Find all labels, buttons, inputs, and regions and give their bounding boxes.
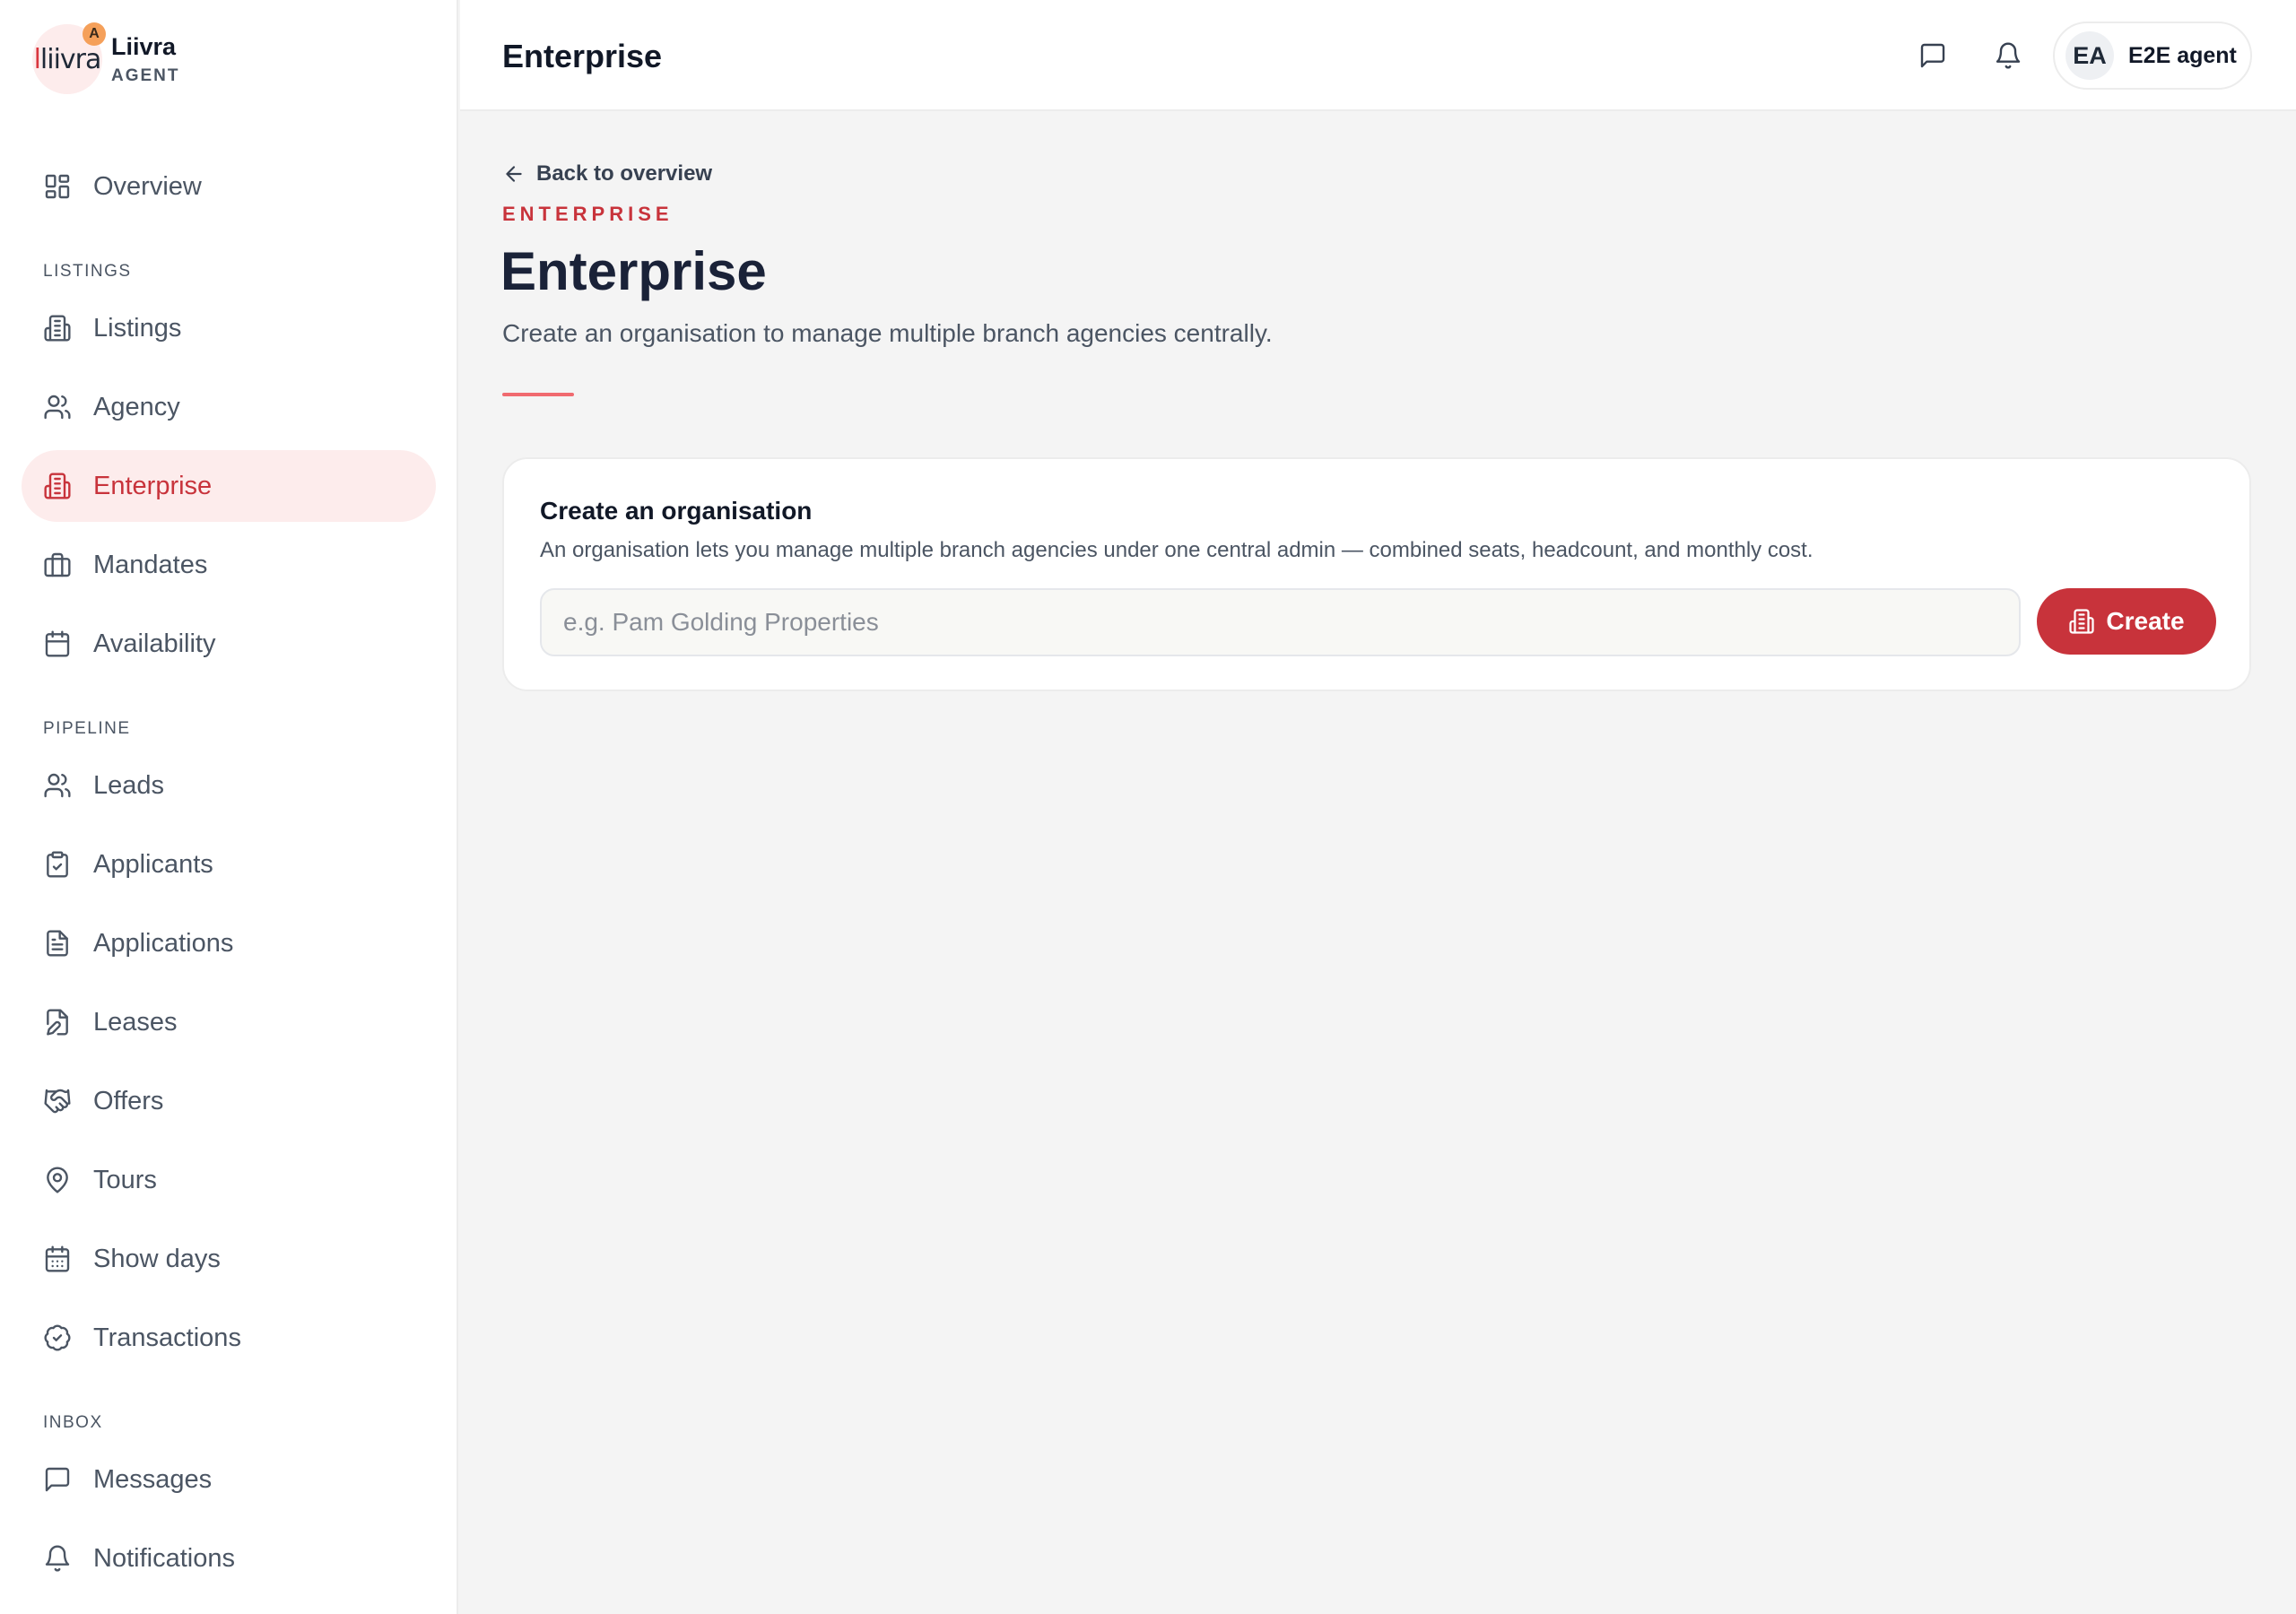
sidebar: lliivra A Liivra AGENT Overview LISTINGS…	[0, 0, 458, 1614]
sidebar-item-leads[interactable]: Leads	[22, 750, 436, 821]
sidebar-item-applicants[interactable]: Applicants	[22, 829, 436, 900]
create-button-label: Create	[2106, 607, 2185, 635]
sidebar-item-offers[interactable]: Offers	[22, 1065, 436, 1137]
sidebar-item-messages[interactable]: Messages	[22, 1444, 436, 1515]
sidebar-item-applications[interactable]: Applications	[22, 907, 436, 979]
message-icon	[1920, 43, 1945, 68]
agent-badge: A	[83, 22, 106, 46]
sidebar-item-label: Overview	[93, 171, 202, 201]
sidebar-item-label: Availability	[93, 629, 216, 658]
sidebar-item-overview[interactable]: Overview	[22, 151, 436, 222]
arrow-left-icon	[506, 166, 522, 182]
badge-check-icon	[43, 1323, 72, 1352]
handshake-icon	[43, 1087, 72, 1115]
sidebar-item-label: Notifications	[93, 1543, 235, 1573]
messages-button[interactable]	[1913, 36, 1952, 75]
page-subtitle: Create an organisation to manage multipl…	[502, 319, 1273, 347]
eyebrow: ENTERPRISE	[502, 203, 674, 225]
bell-icon	[1996, 42, 2021, 69]
sidebar-item-label: Applications	[93, 928, 234, 958]
create-button[interactable]: Create	[2037, 588, 2216, 655]
brand-role: AGENT	[111, 65, 180, 85]
building-icon	[43, 472, 72, 500]
briefcase-icon	[43, 551, 72, 579]
building-icon	[43, 314, 72, 343]
calendar-icon	[43, 629, 72, 658]
logo-text: lliivra	[33, 43, 102, 75]
sidebar-item-label: Show days	[93, 1244, 221, 1273]
file-edit-icon	[43, 1008, 72, 1037]
organisation-name-input[interactable]	[540, 588, 2021, 656]
sidebar-item-label: Transactions	[93, 1323, 241, 1352]
file-text-icon	[43, 929, 72, 958]
accent-divider	[502, 393, 574, 396]
sidebar-item-label: Leases	[93, 1007, 178, 1037]
section-label-inbox: INBOX	[43, 1413, 103, 1432]
brand[interactable]: lliivra A Liivra AGENT	[32, 22, 180, 97]
page-header-title: Enterprise	[502, 38, 663, 74]
user-menu[interactable]: EA E2E agent	[2053, 22, 2252, 90]
sidebar-item-label: Tours	[93, 1165, 157, 1194]
create-organisation-card: Create an organisation An organisation l…	[502, 457, 2251, 691]
user-name: E2E agent	[2128, 42, 2237, 68]
users-icon	[43, 393, 72, 421]
dashboard-icon	[43, 172, 72, 201]
page-title: Enterprise	[500, 241, 767, 301]
section-label-pipeline: PIPELINE	[43, 719, 131, 738]
clipboard-check-icon	[43, 850, 72, 879]
sidebar-item-mandates[interactable]: Mandates	[22, 529, 436, 601]
back-to-overview-link[interactable]: Back to overview	[502, 161, 712, 187]
sidebar-item-label: Listings	[93, 313, 182, 343]
sidebar-item-availability[interactable]: Availability	[22, 608, 436, 680]
card-title: Create an organisation	[540, 497, 813, 525]
sidebar-item-transactions[interactable]: Transactions	[22, 1302, 436, 1374]
card-description: An organisation lets you manage multiple…	[540, 538, 1813, 562]
sidebar-item-label: Enterprise	[93, 471, 213, 500]
sidebar-item-label: Agency	[93, 392, 180, 421]
sidebar-item-label: Mandates	[93, 550, 208, 579]
top-bar: Enterprise	[460, 0, 2296, 111]
sidebar-item-listings[interactable]: Listings	[22, 292, 436, 364]
sidebar-item-enterprise[interactable]: Enterprise	[22, 450, 436, 522]
map-pin-icon	[43, 1166, 72, 1194]
notifications-button[interactable]	[1988, 36, 2028, 75]
sidebar-item-notifications[interactable]: Notifications	[22, 1523, 436, 1594]
sidebar-item-show-days[interactable]: Show days	[22, 1223, 436, 1295]
sidebar-item-tours[interactable]: Tours	[22, 1144, 436, 1216]
brand-name: Liivra	[111, 32, 177, 60]
back-link-label: Back to overview	[536, 161, 713, 186]
calendar-grid-icon	[43, 1245, 72, 1273]
sidebar-item-label: Leads	[93, 770, 165, 800]
sidebar-item-label: Applicants	[93, 849, 213, 879]
users-icon	[43, 771, 72, 800]
sidebar-item-agency[interactable]: Agency	[22, 371, 436, 443]
sidebar-item-label: Offers	[93, 1086, 164, 1115]
message-icon	[43, 1465, 72, 1494]
logo: lliivra A	[32, 22, 106, 94]
avatar: EA	[2066, 31, 2114, 80]
sidebar-item-label: Messages	[93, 1464, 213, 1494]
sidebar-item-leases[interactable]: Leases	[22, 986, 436, 1058]
building-icon	[2069, 609, 2095, 634]
section-label-listings: LISTINGS	[43, 262, 132, 281]
bell-icon	[43, 1544, 72, 1573]
